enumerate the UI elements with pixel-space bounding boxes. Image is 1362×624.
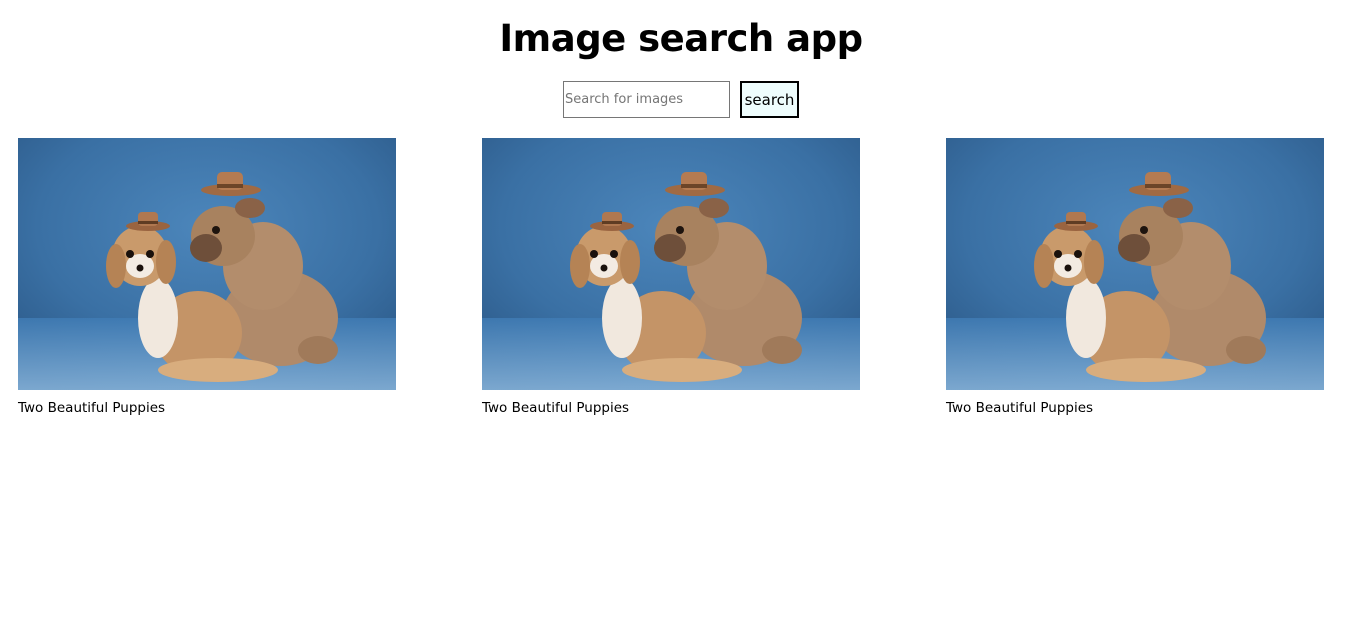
result-card[interactable]: Two Beautiful Puppies: [482, 138, 860, 417]
result-image[interactable]: [482, 138, 860, 390]
page-title: Image search app: [499, 17, 863, 60]
image-search-page: Image search app search Two Beautiful Pu…: [0, 0, 1362, 624]
result-card[interactable]: Two Beautiful Puppies: [18, 138, 396, 417]
result-caption: Two Beautiful Puppies: [946, 400, 1094, 416]
result-caption: Two Beautiful Puppies: [18, 400, 166, 416]
result-image[interactable]: [946, 138, 1324, 390]
search-input[interactable]: [563, 81, 730, 118]
search-button[interactable]: search: [740, 81, 799, 118]
result-image[interactable]: [18, 138, 396, 390]
result-caption: Two Beautiful Puppies: [482, 400, 630, 416]
search-bar: search: [563, 81, 799, 118]
result-card[interactable]: Two Beautiful Puppies: [946, 138, 1324, 417]
